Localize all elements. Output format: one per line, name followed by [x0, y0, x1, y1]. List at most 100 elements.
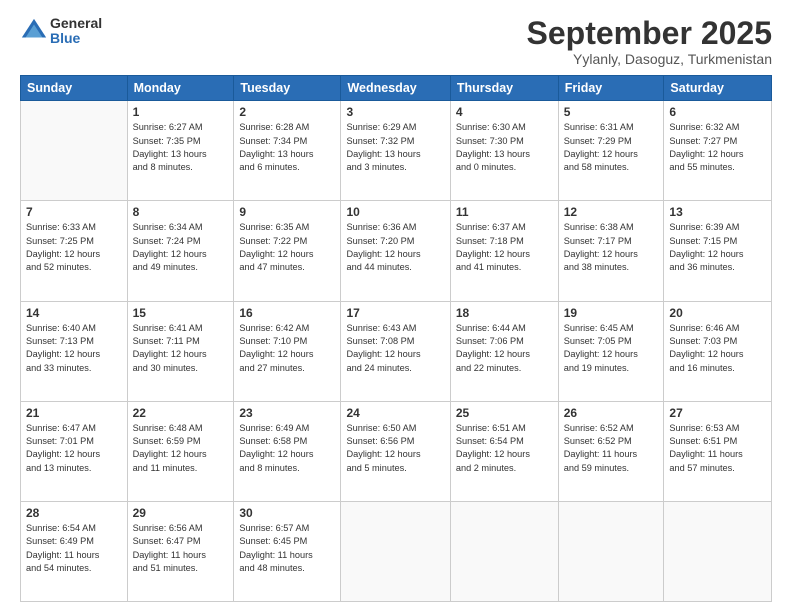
day-number: 11: [456, 205, 553, 219]
table-row: [558, 501, 664, 601]
page: General Blue September 2025 Yylanly, Das…: [0, 0, 792, 612]
table-row: 1 Sunrise: 6:27 AM Sunset: 7:35 PM Daylig…: [127, 101, 234, 201]
day-info: Sunrise: 6:46 AM Sunset: 7:03 PM Dayligh…: [669, 322, 766, 375]
col-saturday: Saturday: [664, 76, 772, 101]
table-row: [21, 101, 128, 201]
table-row: 15 Sunrise: 6:41 AM Sunset: 7:11 PM Dayli…: [127, 301, 234, 401]
day-number: 8: [133, 205, 229, 219]
table-row: 3Sunrise: 6:29 AM Sunset: 7:32 PM Daylig…: [341, 101, 450, 201]
day-number: 14: [26, 306, 122, 320]
col-sunday: Sunday: [21, 76, 128, 101]
title-block: September 2025 Yylanly, Dasoguz, Turkmen…: [527, 16, 772, 67]
day-info: Sunrise: 6:51 AM Sunset: 6:54 PM Dayligh…: [456, 422, 553, 475]
table-row: 8 Sunrise: 6:34 AM Sunset: 7:24 PM Daylig…: [127, 201, 234, 301]
table-row: 12 Sunrise: 6:38 AM Sunset: 7:17 PM Dayli…: [558, 201, 664, 301]
day-number: 20: [669, 306, 766, 320]
table-row: 25 Sunrise: 6:51 AM Sunset: 6:54 PM Dayli…: [450, 401, 558, 501]
day-number: 27: [669, 406, 766, 420]
col-friday: Friday: [558, 76, 664, 101]
day-info: Sunrise: 6:44 AM Sunset: 7:06 PM Dayligh…: [456, 322, 553, 375]
col-monday: Monday: [127, 76, 234, 101]
day-number: 30: [239, 506, 335, 520]
day-number: 25: [456, 406, 553, 420]
table-row: 16 Sunrise: 6:42 AM Sunset: 7:10 PM Dayli…: [234, 301, 341, 401]
month-title: September 2025: [527, 16, 772, 51]
table-row: 5 Sunrise: 6:31 AM Sunset: 7:29 PM Daylig…: [558, 101, 664, 201]
day-info: Sunrise: 6:27 AM Sunset: 7:35 PM Dayligh…: [133, 121, 229, 174]
table-row: 18 Sunrise: 6:44 AM Sunset: 7:06 PM Dayli…: [450, 301, 558, 401]
day-number: 9: [239, 205, 335, 219]
day-info: Sunrise: 6:35 AM Sunset: 7:22 PM Dayligh…: [239, 221, 335, 274]
day-number: 13: [669, 205, 766, 219]
day-info: Sunrise: 6:57 AM Sunset: 6:45 PM Dayligh…: [239, 522, 335, 575]
table-row: 22 Sunrise: 6:48 AM Sunset: 6:59 PM Dayli…: [127, 401, 234, 501]
table-row: 13Sunrise: 6:39 AM Sunset: 7:15 PM Dayli…: [664, 201, 772, 301]
day-info: Sunrise: 6:38 AM Sunset: 7:17 PM Dayligh…: [564, 221, 659, 274]
day-info: Sunrise: 6:49 AM Sunset: 6:58 PM Dayligh…: [239, 422, 335, 475]
day-number: 6: [669, 105, 766, 119]
header: General Blue September 2025 Yylanly, Das…: [20, 16, 772, 67]
day-number: 4: [456, 105, 553, 119]
table-row: 7 Sunrise: 6:33 AM Sunset: 7:25 PM Daylig…: [21, 201, 128, 301]
calendar-table: Sunday Monday Tuesday Wednesday Thursday…: [20, 75, 772, 602]
day-info: Sunrise: 6:36 AM Sunset: 7:20 PM Dayligh…: [346, 221, 444, 274]
day-info: Sunrise: 6:34 AM Sunset: 7:24 PM Dayligh…: [133, 221, 229, 274]
table-row: 2 Sunrise: 6:28 AM Sunset: 7:34 PM Daylig…: [234, 101, 341, 201]
day-info: Sunrise: 6:40 AM Sunset: 7:13 PM Dayligh…: [26, 322, 122, 375]
day-info: Sunrise: 6:29 AM Sunset: 7:32 PM Dayligh…: [346, 121, 444, 174]
table-row: 19 Sunrise: 6:45 AM Sunset: 7:05 PM Dayli…: [558, 301, 664, 401]
col-wednesday: Wednesday: [341, 76, 450, 101]
location: Yylanly, Dasoguz, Turkmenistan: [527, 51, 772, 67]
day-info: Sunrise: 6:43 AM Sunset: 7:08 PM Dayligh…: [346, 322, 444, 375]
day-number: 15: [133, 306, 229, 320]
day-number: 23: [239, 406, 335, 420]
day-info: Sunrise: 6:50 AM Sunset: 6:56 PM Dayligh…: [346, 422, 444, 475]
day-info: Sunrise: 6:47 AM Sunset: 7:01 PM Dayligh…: [26, 422, 122, 475]
day-info: Sunrise: 6:42 AM Sunset: 7:10 PM Dayligh…: [239, 322, 335, 375]
col-thursday: Thursday: [450, 76, 558, 101]
day-info: Sunrise: 6:45 AM Sunset: 7:05 PM Dayligh…: [564, 322, 659, 375]
day-number: 7: [26, 205, 122, 219]
table-row: 20 Sunrise: 6:46 AM Sunset: 7:03 PM Dayli…: [664, 301, 772, 401]
day-info: Sunrise: 6:32 AM Sunset: 7:27 PM Dayligh…: [669, 121, 766, 174]
table-row: 24 Sunrise: 6:50 AM Sunset: 6:56 PM Dayli…: [341, 401, 450, 501]
day-info: Sunrise: 6:37 AM Sunset: 7:18 PM Dayligh…: [456, 221, 553, 274]
day-info: Sunrise: 6:48 AM Sunset: 6:59 PM Dayligh…: [133, 422, 229, 475]
day-number: 18: [456, 306, 553, 320]
col-tuesday: Tuesday: [234, 76, 341, 101]
table-row: 21 Sunrise: 6:47 AM Sunset: 7:01 PM Dayli…: [21, 401, 128, 501]
day-info: Sunrise: 6:41 AM Sunset: 7:11 PM Dayligh…: [133, 322, 229, 375]
table-row: 10 Sunrise: 6:36 AM Sunset: 7:20 PM Dayli…: [341, 201, 450, 301]
day-info: Sunrise: 6:53 AM Sunset: 6:51 PM Dayligh…: [669, 422, 766, 475]
day-number: 19: [564, 306, 659, 320]
day-info: Sunrise: 6:30 AM Sunset: 7:30 PM Dayligh…: [456, 121, 553, 174]
logo-icon: [20, 17, 48, 45]
day-number: 22: [133, 406, 229, 420]
day-info: Sunrise: 6:33 AM Sunset: 7:25 PM Dayligh…: [26, 221, 122, 274]
day-number: 2: [239, 105, 335, 119]
table-row: [450, 501, 558, 601]
day-number: 16: [239, 306, 335, 320]
table-row: 4 Sunrise: 6:30 AM Sunset: 7:30 PM Daylig…: [450, 101, 558, 201]
logo: General Blue: [20, 16, 102, 47]
day-info: Sunrise: 6:56 AM Sunset: 6:47 PM Dayligh…: [133, 522, 229, 575]
calendar-header-row: Sunday Monday Tuesday Wednesday Thursday…: [21, 76, 772, 101]
day-number: 12: [564, 205, 659, 219]
day-number: 5: [564, 105, 659, 119]
table-row: 23 Sunrise: 6:49 AM Sunset: 6:58 PM Dayli…: [234, 401, 341, 501]
table-row: 9 Sunrise: 6:35 AM Sunset: 7:22 PM Daylig…: [234, 201, 341, 301]
day-info: Sunrise: 6:28 AM Sunset: 7:34 PM Dayligh…: [239, 121, 335, 174]
day-number: 21: [26, 406, 122, 420]
table-row: 26Sunrise: 6:52 AM Sunset: 6:52 PM Dayli…: [558, 401, 664, 501]
day-number: 10: [346, 205, 444, 219]
day-number: 24: [346, 406, 444, 420]
day-number: 1: [133, 105, 229, 119]
table-row: 29Sunrise: 6:56 AM Sunset: 6:47 PM Dayli…: [127, 501, 234, 601]
day-info: Sunrise: 6:52 AM Sunset: 6:52 PM Dayligh…: [564, 422, 659, 475]
day-number: 28: [26, 506, 122, 520]
table-row: 6 Sunrise: 6:32 AM Sunset: 7:27 PM Daylig…: [664, 101, 772, 201]
table-row: [664, 501, 772, 601]
table-row: [341, 501, 450, 601]
table-row: 11 Sunrise: 6:37 AM Sunset: 7:18 PM Dayli…: [450, 201, 558, 301]
day-info: Sunrise: 6:31 AM Sunset: 7:29 PM Dayligh…: [564, 121, 659, 174]
